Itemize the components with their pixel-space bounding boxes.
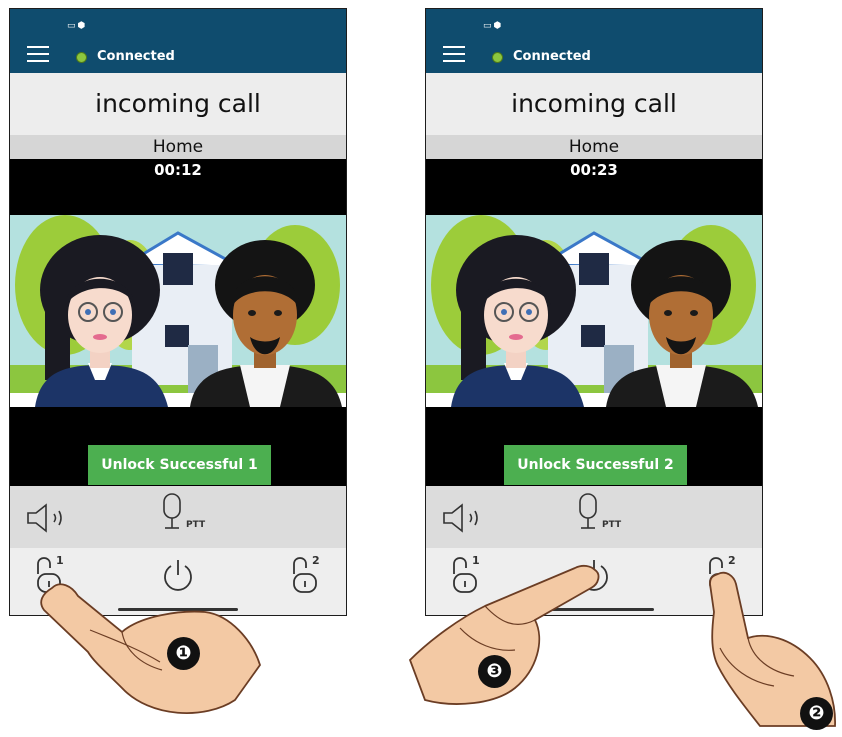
connection-status: Connected — [97, 49, 175, 64]
step-badge: ❸ — [478, 655, 511, 688]
call-timer: 00:23 — [570, 161, 618, 179]
menu-icon[interactable] — [27, 46, 49, 68]
connection-status: Connected — [513, 49, 591, 64]
ptt-label: PTT — [186, 520, 206, 530]
unlock-status-toast: Unlock Successful 1 — [88, 445, 271, 485]
camera-icon: ▭ — [67, 21, 78, 31]
pointing-hand-illustration — [408, 564, 600, 705]
location-name: Home — [426, 135, 762, 159]
lock-number: 2 — [312, 554, 320, 567]
status-bar: ▭⬢ Connected — [426, 9, 762, 73]
audio-controls: PTT — [426, 486, 762, 548]
status-bar: ▭⬢ Connected — [10, 9, 346, 73]
ptt-label: PTT — [602, 520, 622, 530]
call-timer: 00:12 — [154, 161, 202, 179]
video-feed: 00:12 Unlock Successful 1 — [10, 159, 346, 486]
speaker-icon[interactable] — [442, 503, 490, 533]
call-title: incoming call — [511, 89, 677, 118]
pointing-hand-illustration — [40, 583, 261, 715]
video-image — [426, 215, 762, 407]
lock-number: 1 — [56, 554, 64, 567]
unlock-status-toast: Unlock Successful 2 — [504, 445, 687, 485]
shield-icon: ⬢ — [493, 21, 504, 31]
audio-controls: PTT — [10, 486, 346, 548]
menu-icon[interactable] — [443, 46, 465, 68]
microphone-icon[interactable] — [576, 492, 600, 532]
phone-screen-right: ▭⬢ Connected incoming call Home 00:23 Un… — [425, 8, 763, 616]
camera-icon: ▭ — [483, 21, 494, 31]
lock-number: 2 — [728, 554, 736, 567]
phone-screen-left: ▭⬢ Connected incoming call Home 00:12 Un… — [9, 8, 347, 616]
video-feed: 00:23 Unlock Successful 2 — [426, 159, 762, 486]
connection-status-dot — [492, 52, 503, 63]
speaker-icon[interactable] — [26, 503, 74, 533]
location-name: Home — [10, 135, 346, 159]
connection-status-dot — [76, 52, 87, 63]
shield-icon: ⬢ — [77, 21, 88, 31]
microphone-icon[interactable] — [160, 492, 184, 532]
video-image — [10, 215, 346, 407]
step-badge: ❷ — [800, 697, 833, 730]
step-badge: ❶ — [167, 637, 200, 670]
call-header: incoming call — [10, 73, 346, 135]
call-header: incoming call — [426, 73, 762, 135]
call-title: incoming call — [95, 89, 261, 118]
